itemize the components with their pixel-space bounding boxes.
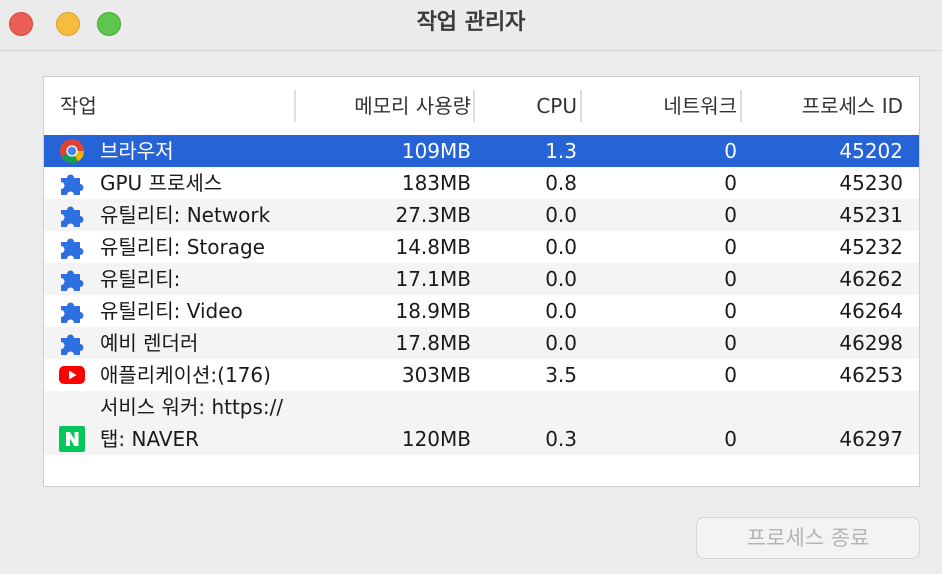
cpu-value: 0.0 [545, 235, 577, 259]
column-separator[interactable] [473, 90, 475, 122]
puzzle-icon [61, 302, 84, 323]
chrome-icon [60, 139, 84, 164]
memory-value: 27.3MB [395, 203, 471, 227]
column-header-task[interactable]: 작업 [60, 77, 97, 135]
column-header-network[interactable]: 네트워크 [663, 77, 737, 135]
puzzle-icon [61, 206, 84, 227]
table-row[interactable]: 유틸리티: Video 18.9MB 0.0 0 46264 [44, 295, 919, 327]
puzzle-icon [61, 334, 84, 355]
task-name: GPU 프로세스 [100, 171, 223, 195]
cpu-value: 3.5 [545, 363, 577, 387]
memory-value: 183MB [401, 171, 471, 195]
puzzle-icon [61, 270, 84, 291]
memory-value: 109MB [401, 139, 471, 163]
memory-value: 120MB [401, 427, 471, 451]
process-id-value: 46262 [839, 267, 903, 291]
process-id-value: 46297 [839, 427, 903, 451]
table-row[interactable]: GPU 프로세스 183MB 0.8 0 45230 [44, 167, 919, 199]
task-name: 유틸리티: [100, 267, 181, 291]
naver-icon [59, 426, 85, 452]
cpu-value: 0.0 [545, 203, 577, 227]
column-separator[interactable] [294, 90, 296, 122]
puzzle-icon [61, 174, 84, 195]
task-name: 애플리케이션:(176) [100, 363, 271, 387]
process-id-value: 46298 [839, 331, 903, 355]
task-name: 탭: NAVER [100, 427, 200, 451]
end-process-button[interactable]: 프로세스 종료 [696, 517, 920, 559]
task-name: 예비 렌더러 [100, 331, 199, 355]
memory-value: 17.8MB [395, 331, 471, 355]
column-separator[interactable] [580, 90, 582, 122]
network-value: 0 [724, 299, 737, 323]
table-row[interactable]: 예비 렌더러 17.8MB 0.0 0 46298 [44, 327, 919, 359]
task-manager-window: 작업 관리자 작업 메모리 사용량 CPU 네트워크 프로세스 ID 브라우저 … [0, 0, 942, 574]
process-id-value: 45232 [839, 235, 903, 259]
task-name: 유틸리티: Video [100, 299, 243, 323]
cpu-value: 0.3 [545, 427, 577, 451]
table-row[interactable]: 유틸리티: 17.1MB 0.0 0 46262 [44, 263, 919, 295]
table-row[interactable]: 애플리케이션:(176) 303MB 3.5 0 46253 [44, 359, 919, 391]
network-value: 0 [724, 331, 737, 355]
process-id-value: 45202 [839, 139, 903, 163]
column-header-cpu[interactable]: CPU [536, 77, 577, 135]
process-id-value: 45231 [839, 203, 903, 227]
process-id-value: 46253 [839, 363, 903, 387]
window-title: 작업 관리자 [416, 10, 526, 35]
table-row[interactable]: 유틸리티: Storage 14.8MB 0.0 0 45232 [44, 231, 919, 263]
column-header-process-id[interactable]: 프로세스 ID [802, 77, 903, 135]
table-row[interactable]: 서비스 워커: https:// 탭: NAVER 120MB 0.3 0 46… [44, 391, 919, 455]
column-separator[interactable] [740, 90, 742, 122]
puzzle-icon [61, 238, 84, 259]
column-header-memory[interactable]: 메모리 사용량 [354, 77, 471, 135]
cpu-value: 1.3 [545, 139, 577, 163]
task-name: 유틸리티: Network [100, 203, 271, 227]
process-id-value: 46264 [839, 299, 903, 323]
network-value: 0 [724, 363, 737, 387]
cpu-value: 0.8 [545, 171, 577, 195]
memory-value: 17.1MB [395, 267, 471, 291]
task-name: 유틸리티: Storage [100, 235, 265, 259]
network-value: 0 [724, 139, 737, 163]
network-value: 0 [724, 427, 737, 451]
table-row[interactable]: 유틸리티: Network 27.3MB 0.0 0 45231 [44, 199, 919, 231]
cpu-value: 0.0 [545, 299, 577, 323]
task-name: 브라우저 [100, 139, 174, 163]
process-id-value: 45230 [839, 171, 903, 195]
network-value: 0 [724, 171, 737, 195]
memory-value: 14.8MB [395, 235, 471, 259]
table-row[interactable]: 브라우저 109MB 1.3 0 45202 [44, 135, 919, 167]
table-body: 브라우저 109MB 1.3 0 45202 GPU 프로세스 183MB 0.… [44, 135, 919, 455]
network-value: 0 [724, 267, 737, 291]
cpu-value: 0.0 [545, 267, 577, 291]
network-value: 0 [724, 235, 737, 259]
title-bar: 작업 관리자 [0, 0, 942, 51]
network-value: 0 [724, 203, 737, 227]
youtube-icon [59, 366, 85, 384]
cpu-value: 0.0 [545, 331, 577, 355]
task-name-line-1: 서비스 워커: https:// [100, 395, 284, 419]
table-header: 작업 메모리 사용량 CPU 네트워크 프로세스 ID [44, 77, 919, 136]
memory-value: 303MB [401, 363, 471, 387]
memory-value: 18.9MB [395, 299, 471, 323]
process-table: 작업 메모리 사용량 CPU 네트워크 프로세스 ID 브라우저 109MB 1… [43, 76, 920, 487]
